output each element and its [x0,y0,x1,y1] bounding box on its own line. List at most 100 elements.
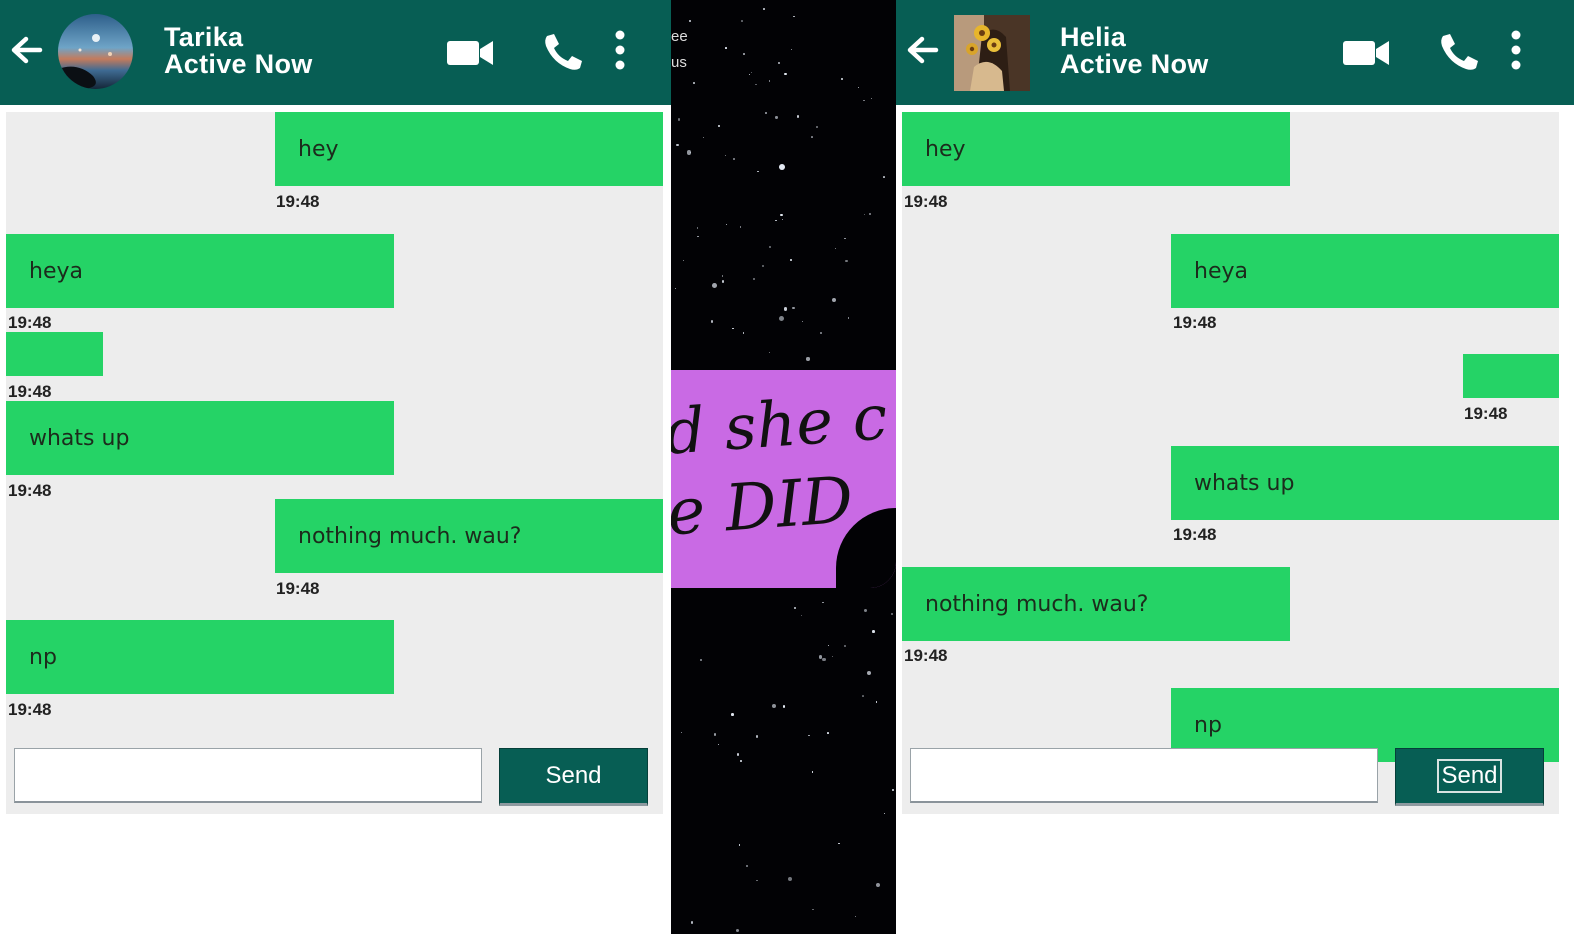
message-time: 19:48 [276,579,320,598]
contact-status: Active Now [1060,49,1209,79]
star [748,74,751,76]
star [717,124,720,127]
message-list[interactable]: hey 19:48 heya 19:48 19:48 whats up 19:4… [902,112,1559,814]
star [792,15,795,18]
message-time: 19:48 [8,700,52,719]
star [745,865,748,868]
star [753,277,756,280]
send-label: Send [545,762,602,789]
more-vert-icon[interactable] [612,29,628,71]
star [872,630,875,633]
star [802,320,804,323]
star [755,879,758,882]
message-bubble: heya [1171,234,1559,308]
star [869,212,872,216]
more-vert-icon[interactable] [1508,29,1524,71]
send-label: Send [1437,759,1502,793]
message-bubble: whats up [6,401,394,475]
star [779,316,785,322]
star [883,175,886,178]
star [731,712,734,716]
star [756,735,759,738]
phone-icon[interactable] [1437,32,1481,72]
quote-card: d she c e DID [671,370,896,588]
message-text: nothing much. wau? [925,591,1149,617]
message-time: 19:48 [904,646,948,665]
message-input[interactable] [910,748,1378,803]
star [784,72,787,76]
message-time: 19:48 [8,481,52,500]
star [742,332,745,335]
star [863,99,865,102]
quote-line-2: e DID [671,463,856,551]
star [862,695,864,697]
message-time: 19:48 [8,313,52,332]
star [875,701,878,703]
message-time: 19:48 [8,382,52,401]
star [794,606,797,609]
avatar[interactable] [58,14,133,89]
star [866,671,871,676]
star [857,87,859,89]
star [792,307,795,310]
star [693,82,695,84]
back-arrow-icon[interactable] [8,32,44,68]
star [732,327,734,330]
star [815,126,818,129]
video-call-icon[interactable] [1342,38,1390,68]
star [762,264,765,267]
star [689,19,692,22]
message-bubble: whats up [1171,446,1559,520]
star [863,608,867,612]
star [790,48,793,51]
message-input[interactable] [14,748,482,803]
star [696,226,699,229]
message-text: heya [29,258,83,284]
message-text: np [1194,712,1222,738]
star [700,659,703,662]
star [736,928,740,932]
star [775,219,778,222]
message-bubble: np [6,620,394,694]
send-button[interactable]: Send [499,748,648,806]
message-time: 19:48 [1173,313,1217,332]
star [822,657,827,662]
phone-icon[interactable] [541,32,585,72]
star [779,163,785,170]
message-bubble: hey [902,112,1290,186]
star [697,235,699,237]
star [784,307,788,311]
star [740,20,743,22]
star [778,61,781,64]
star [718,743,720,746]
star [771,704,776,709]
message-text: heya [1194,258,1248,284]
message-time: 19:48 [1464,404,1508,423]
contact-name: Tarika [164,22,244,52]
star [870,97,873,99]
star [724,154,727,156]
star [678,118,681,121]
star [738,844,741,846]
star [884,813,886,815]
star [721,280,725,283]
chat-panel-helia: Helia Active Now hey 19:48 heya 19:48 19… [896,0,1574,934]
star [763,7,765,10]
avatar[interactable] [954,15,1030,91]
send-button[interactable]: Send [1395,748,1544,806]
back-arrow-icon[interactable] [904,32,940,68]
star [812,908,814,911]
star [844,644,847,647]
star [847,317,850,319]
star [818,655,823,659]
contact-name: Helia [1060,22,1127,52]
star [832,656,834,658]
message-bubble: heya [6,234,394,308]
star [764,111,767,114]
star [822,601,824,604]
background-text: ee [671,28,688,45]
message-time: 19:48 [904,192,948,211]
video-call-icon[interactable] [446,38,494,68]
message-list[interactable]: hey 19:48 heya 19:48 19:48 whats up 19:4… [6,112,663,814]
contact-status: Active Now [164,49,313,79]
